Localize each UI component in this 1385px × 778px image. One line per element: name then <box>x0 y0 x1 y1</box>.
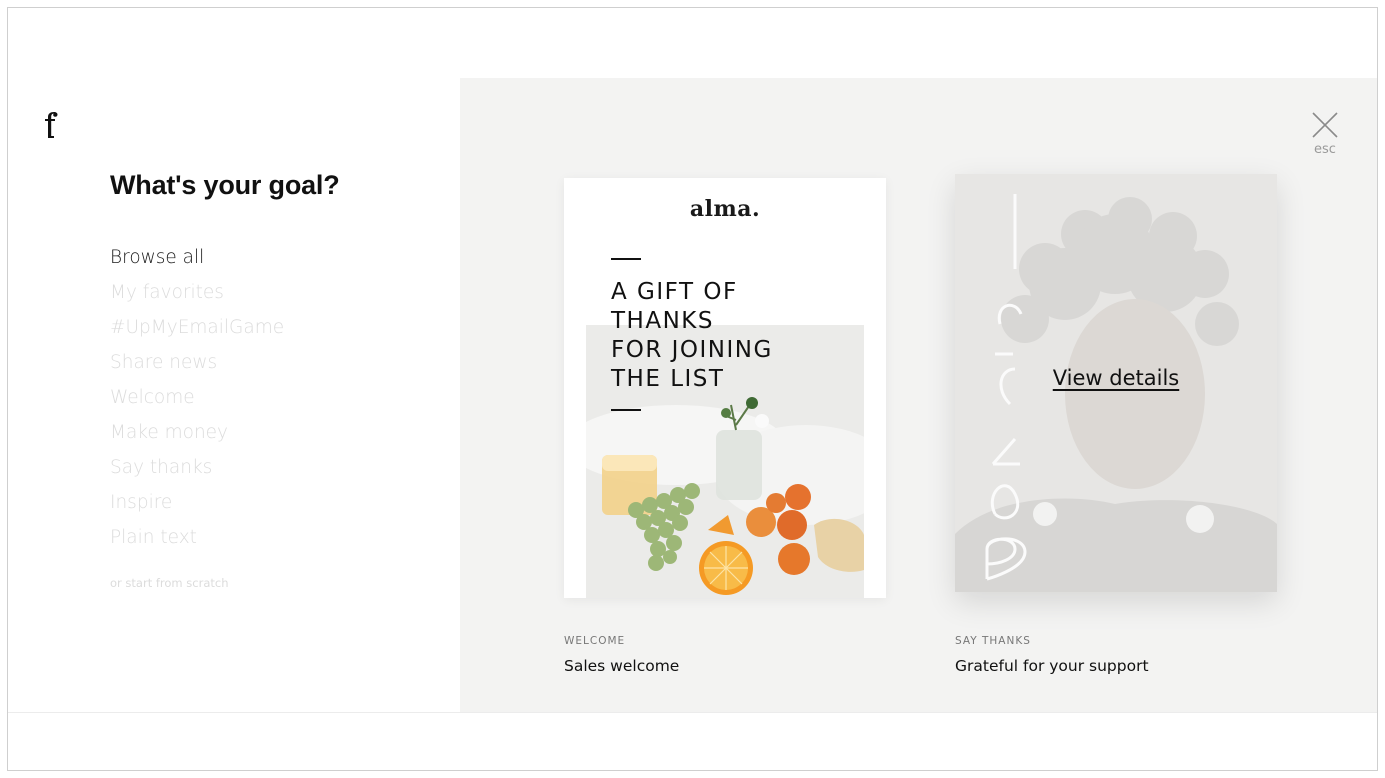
goal-item-my-favorites[interactable]: My favorites <box>110 280 284 315</box>
start-from-scratch-link[interactable]: or start from scratch <box>110 576 229 590</box>
template-gallery: esc alma. A GIFT OF THANKS FOR JOINING T… <box>460 78 1377 712</box>
goal-item-upmyemailgame[interactable]: #UpMyEmailGame <box>110 315 284 350</box>
close-button[interactable]: esc <box>1305 112 1345 157</box>
page-title: What's your goal? <box>110 170 340 200</box>
template-brand: alma. <box>689 196 761 222</box>
divider-dash <box>611 258 641 260</box>
goal-item-share-news[interactable]: Share news <box>110 350 284 385</box>
goal-item-browse-all[interactable]: Browse all <box>110 245 284 280</box>
template-category: WELCOME <box>564 635 626 647</box>
bottom-divider <box>8 712 1377 713</box>
template-meta: SAY THANKS Grateful for your support <box>955 635 1277 675</box>
template-card-grateful[interactable]: View details <box>955 174 1277 592</box>
goal-item-say-thanks[interactable]: Say thanks <box>110 455 284 490</box>
goal-item-welcome[interactable]: Welcome <box>110 385 284 420</box>
esc-label: esc <box>1314 142 1336 157</box>
template-name[interactable]: Sales welcome <box>564 657 886 675</box>
divider-dash <box>611 409 641 411</box>
goal-item-inspire[interactable]: Inspire <box>110 490 284 525</box>
close-icon <box>1312 112 1338 138</box>
goal-item-plain-text[interactable]: Plain text <box>110 525 284 560</box>
logo-icon[interactable] <box>44 112 58 138</box>
view-details-link[interactable]: View details <box>955 366 1277 390</box>
template-category: SAY THANKS <box>955 635 1031 647</box>
template-name[interactable]: Grateful for your support <box>955 657 1277 675</box>
app-window: What's your goal? Browse all My favorite… <box>7 7 1378 771</box>
goal-item-make-money[interactable]: Make money <box>110 420 284 455</box>
goal-list: Browse all My favorites #UpMyEmailGame S… <box>110 245 284 560</box>
template-headline: A GIFT OF THANKS FOR JOINING THE LIST <box>611 279 773 392</box>
template-card-sales-welcome[interactable]: alma. A GIFT OF THANKS FOR JOINING THE L… <box>564 178 886 598</box>
template-meta: WELCOME Sales welcome <box>564 635 886 675</box>
